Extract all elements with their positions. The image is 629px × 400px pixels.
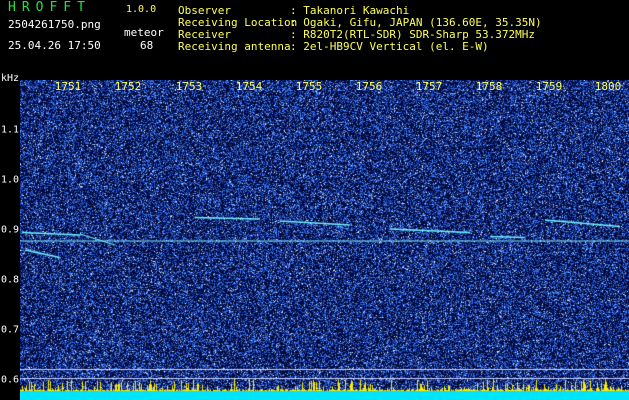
x-tick-label: 1751 xyxy=(54,80,82,93)
y-tick-label: 1.0 xyxy=(1,174,20,186)
x-tick-label: 1755 xyxy=(295,80,323,93)
meteor-label: meteor xyxy=(124,26,164,39)
y-axis-label: kHz xyxy=(1,73,20,84)
meteor-count: 68 xyxy=(140,39,154,52)
x-tick-label: 1759 xyxy=(535,80,563,93)
x-tick-label: 1754 xyxy=(235,80,263,93)
hrofft-window: HROFFT 1.0.0 2504261750.png meteor 25.04… xyxy=(0,0,629,400)
spectrogram xyxy=(20,80,629,400)
x-tick-label: 1753 xyxy=(175,80,203,93)
y-tick-label: 0.8 xyxy=(1,274,20,286)
y-tick-label: 0.6 xyxy=(1,374,20,386)
info-key-antenna: Receiving antenna xyxy=(178,40,291,53)
x-tick-label: 1800 xyxy=(594,80,622,93)
x-tick-label: 1758 xyxy=(475,80,503,93)
x-tick-label: 1757 xyxy=(415,80,443,93)
app-version: 1.0.0 xyxy=(126,4,157,15)
x-tick-label: 1752 xyxy=(114,80,142,93)
y-tick-label: 0.7 xyxy=(1,324,20,336)
x-tick-label: 1756 xyxy=(355,80,383,93)
timestamp: 25.04.26 17:50 xyxy=(8,39,101,52)
info-value-antenna: : 2el-HB9CV Vertical (el. E-W) xyxy=(290,40,489,53)
y-tick-label: 1.1 xyxy=(1,124,20,136)
y-tick-label: 0.9 xyxy=(1,224,20,236)
file-name: 2504261750.png xyxy=(8,18,101,31)
app-name: HROFFT xyxy=(8,0,91,15)
